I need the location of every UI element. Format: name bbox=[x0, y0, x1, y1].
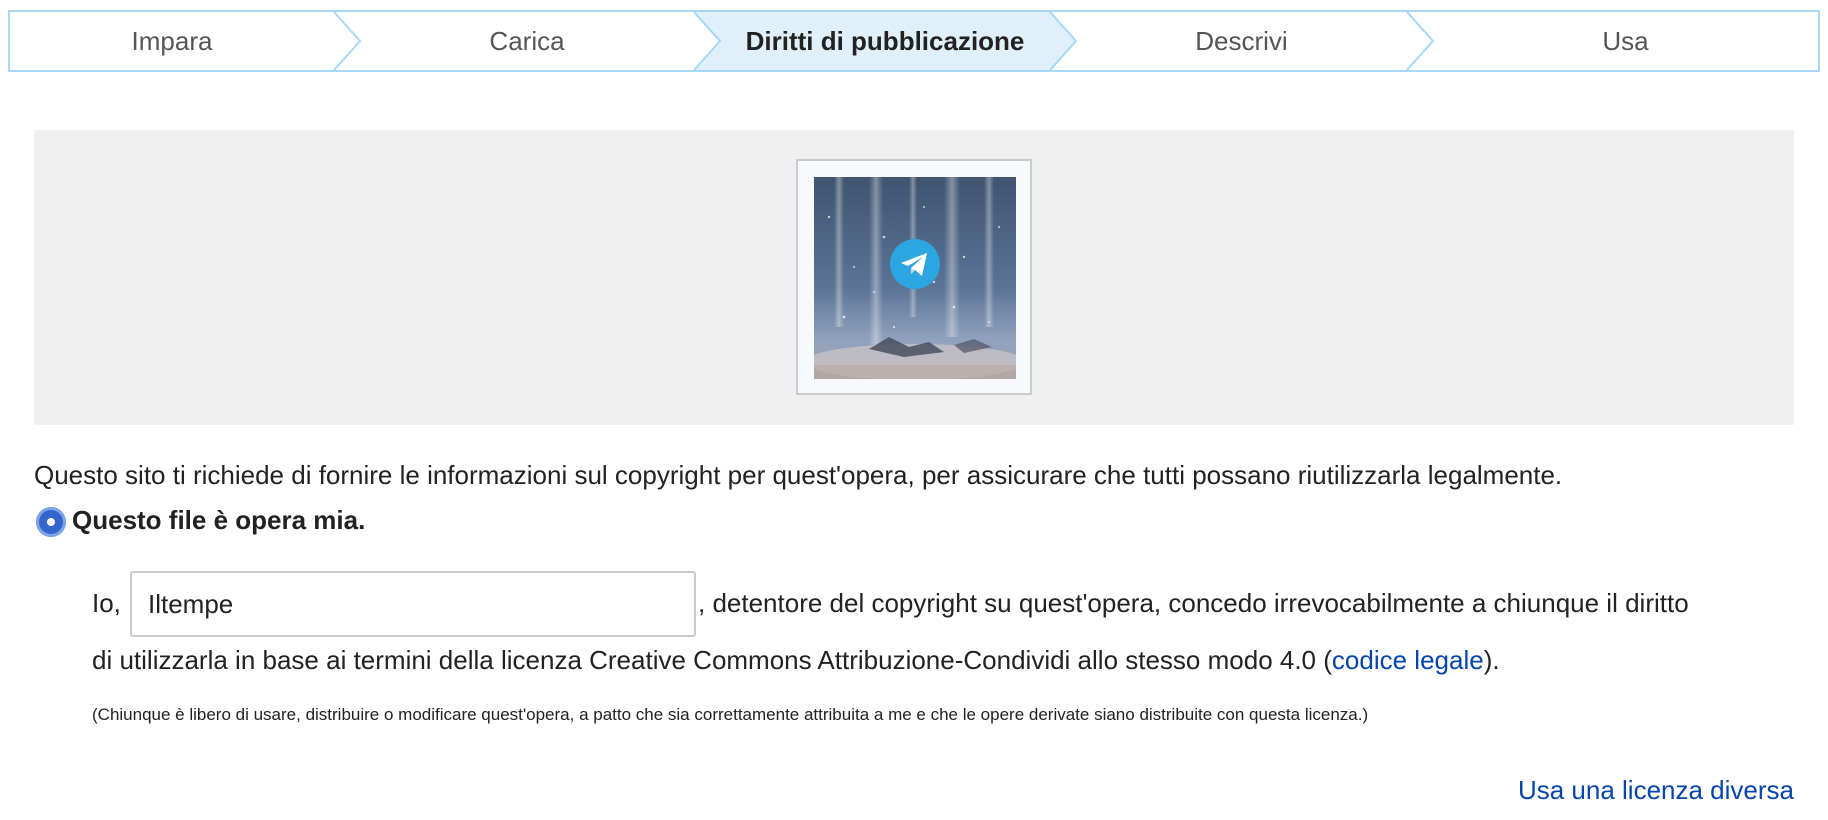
copyright-intro-text: Questo sito ti richiede di fornire le in… bbox=[34, 460, 1563, 490]
declaration-line-2: di utilizzarla in base ai termini della … bbox=[92, 645, 1500, 676]
step-diritti-di-pubblicazione: Diritti di pubblicazione bbox=[745, 26, 1025, 56]
step-descrivi: Descrivi bbox=[1195, 26, 1288, 56]
license-text-end: ). bbox=[1483, 645, 1500, 675]
uploaded-image-thumbnail bbox=[814, 177, 1016, 379]
use-different-license-link[interactable]: Usa una licenza diversa bbox=[1518, 775, 1794, 806]
step-usa: Usa bbox=[1602, 26, 1649, 56]
step-carica: Carica bbox=[489, 26, 565, 56]
own-work-radio[interactable] bbox=[36, 507, 66, 537]
step-impara: Impara bbox=[131, 26, 213, 56]
author-name-input[interactable] bbox=[130, 571, 696, 637]
file-preview-area bbox=[34, 130, 1794, 425]
thumbnail-frame bbox=[796, 159, 1032, 395]
upload-wizard-steps: Impara Carica Diritti di pubblicazione D… bbox=[8, 10, 1820, 72]
declaration-prefix: Io, bbox=[92, 588, 121, 618]
license-text: di utilizzarla in base ai termini della … bbox=[92, 645, 1332, 675]
license-explanation-note: (Chiunque è libero di usare, distribuire… bbox=[92, 705, 1369, 724]
legal-code-link[interactable]: codice legale bbox=[1332, 645, 1484, 675]
declaration-line-1: Io, , detentore del copyright su quest'o… bbox=[92, 571, 1812, 637]
telegram-paper-plane-icon bbox=[890, 239, 940, 289]
declaration-text-rest: , detentore del copyright su quest'opera… bbox=[698, 588, 1689, 618]
own-work-label[interactable]: Questo file è opera mia. bbox=[72, 505, 365, 536]
